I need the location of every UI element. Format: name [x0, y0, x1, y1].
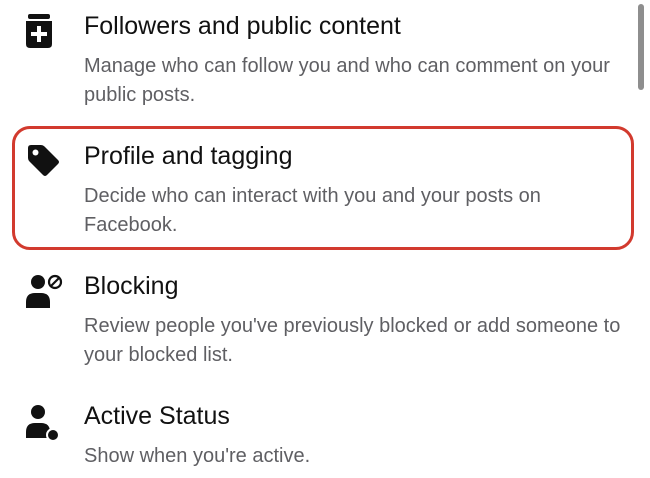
tag-icon — [24, 142, 64, 182]
settings-item-title: Blocking — [84, 272, 179, 300]
settings-item-active-status[interactable]: Active Status Show when you're active. — [0, 390, 640, 478]
settings-item-description: Decide who can interact with you and you… — [84, 185, 541, 236]
settings-item-description: Review people you've previously blocked … — [84, 315, 621, 366]
settings-item-title: Followers and public content — [84, 12, 401, 40]
settings-item-description: Show when you're active. — [84, 445, 311, 467]
settings-item-description: Manage who can follow you and who can co… — [84, 55, 610, 106]
settings-item-title: Active Status — [84, 402, 230, 430]
settings-item-profile-tagging[interactable]: Profile and tagging Decide who can inter… — [0, 130, 640, 250]
settings-item-title: Profile and tagging — [84, 142, 293, 170]
settings-item-blocking[interactable]: Blocking Review people you've previously… — [0, 260, 640, 380]
person-blocked-icon — [24, 272, 64, 312]
settings-item-followers[interactable]: Followers and public content Manage who … — [0, 0, 640, 120]
privacy-settings-screen: Followers and public content Manage who … — [0, 0, 650, 478]
person-active-status-icon — [24, 402, 64, 442]
followers-box-plus-icon — [24, 12, 64, 52]
